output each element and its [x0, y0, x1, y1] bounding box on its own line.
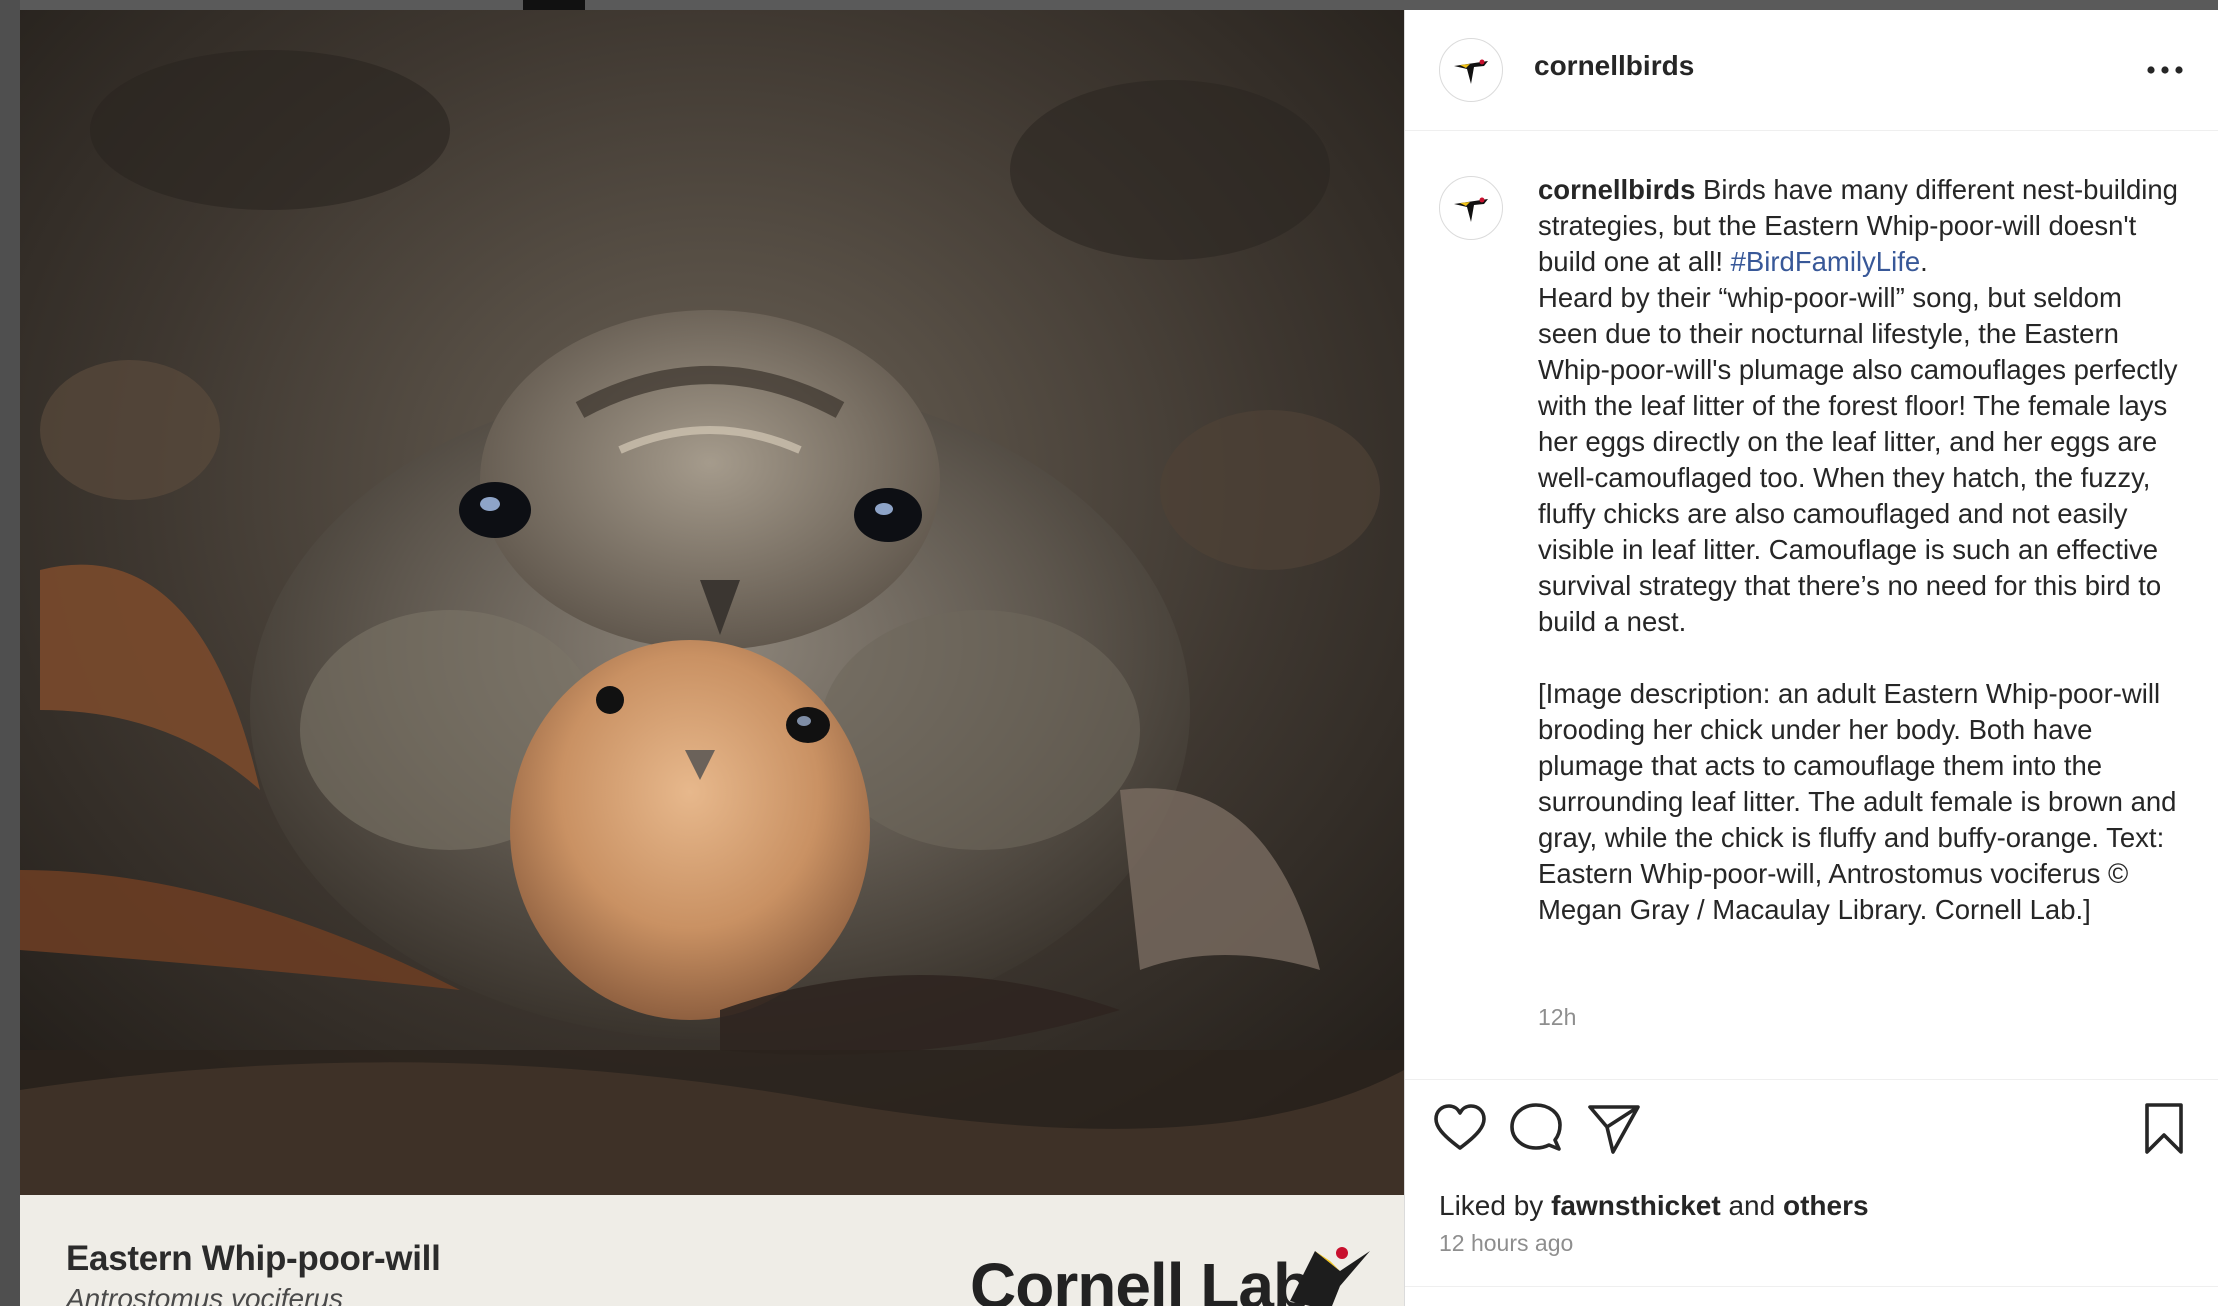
cornell-lab-logo: Cornell Lab: [970, 1231, 1390, 1306]
profile-bird-icon: [1454, 197, 1488, 222]
share-button[interactable]: [1585, 1100, 1643, 1158]
post-media[interactable]: Eastern Whip-poor-will Antrostomus vocif…: [20, 10, 1404, 1306]
browser-tab-marker: [523, 0, 585, 10]
avatar[interactable]: [1439, 38, 1503, 102]
avatar[interactable]: [1439, 176, 1503, 240]
left-window-edge: [0, 0, 20, 1306]
likes-summary: Liked by fawnsthicket and others: [1439, 1190, 1869, 1222]
browser-top-strip: [0, 0, 2218, 10]
liked-by-user-link[interactable]: fawnsthicket: [1551, 1190, 1721, 1221]
caption-comment: cornellbirds Birds have many different n…: [1405, 130, 2218, 1080]
post-header: cornellbirds: [1405, 10, 2218, 131]
send-icon: [1588, 1105, 1640, 1154]
like-button[interactable]: [1431, 1100, 1489, 1158]
comment-timestamp[interactable]: 12h: [1538, 1004, 1576, 1031]
post-details-panel: cornellbirds cornellbirds Birds have man…: [1404, 10, 2218, 1306]
liked-by-prefix: Liked by: [1439, 1190, 1552, 1221]
post-timestamp[interactable]: 12 hours ago: [1439, 1230, 1573, 1257]
bird-logo-icon: [1290, 1247, 1370, 1306]
caption-rest: . Heard by their “whip-poor-will” song, …: [1538, 246, 2178, 925]
header-username[interactable]: cornellbirds: [1534, 50, 1694, 82]
more-horizontal-icon[interactable]: [2143, 58, 2187, 82]
hashtag-link[interactable]: #BirdFamilyLife: [1731, 246, 1921, 277]
caption-username[interactable]: cornellbirds: [1538, 174, 1695, 205]
cornell-lab-logo-text: Cornell Lab: [970, 1250, 1312, 1306]
bookmark-icon: [2145, 1103, 2183, 1154]
species-scientific-name: Antrostomus vociferus: [66, 1283, 343, 1306]
comment-icon: [1510, 1103, 1562, 1151]
caption-text: cornellbirds Birds have many different n…: [1538, 172, 2178, 928]
image-caption-band: Eastern Whip-poor-will Antrostomus vocif…: [20, 1195, 1404, 1306]
liked-by-others-link[interactable]: others: [1783, 1190, 1869, 1221]
divider: [1405, 1079, 2218, 1080]
post-photo: [20, 10, 1404, 1195]
action-bar: [1405, 1100, 2218, 1170]
liked-by-mid: and: [1720, 1190, 1783, 1221]
comment-button[interactable]: [1507, 1100, 1565, 1158]
heart-icon: [1434, 1104, 1486, 1150]
divider: [1405, 1286, 2218, 1287]
species-common-name: Eastern Whip-poor-will: [66, 1239, 441, 1278]
save-button[interactable]: [2135, 1100, 2193, 1158]
profile-bird-icon: [1454, 59, 1488, 84]
